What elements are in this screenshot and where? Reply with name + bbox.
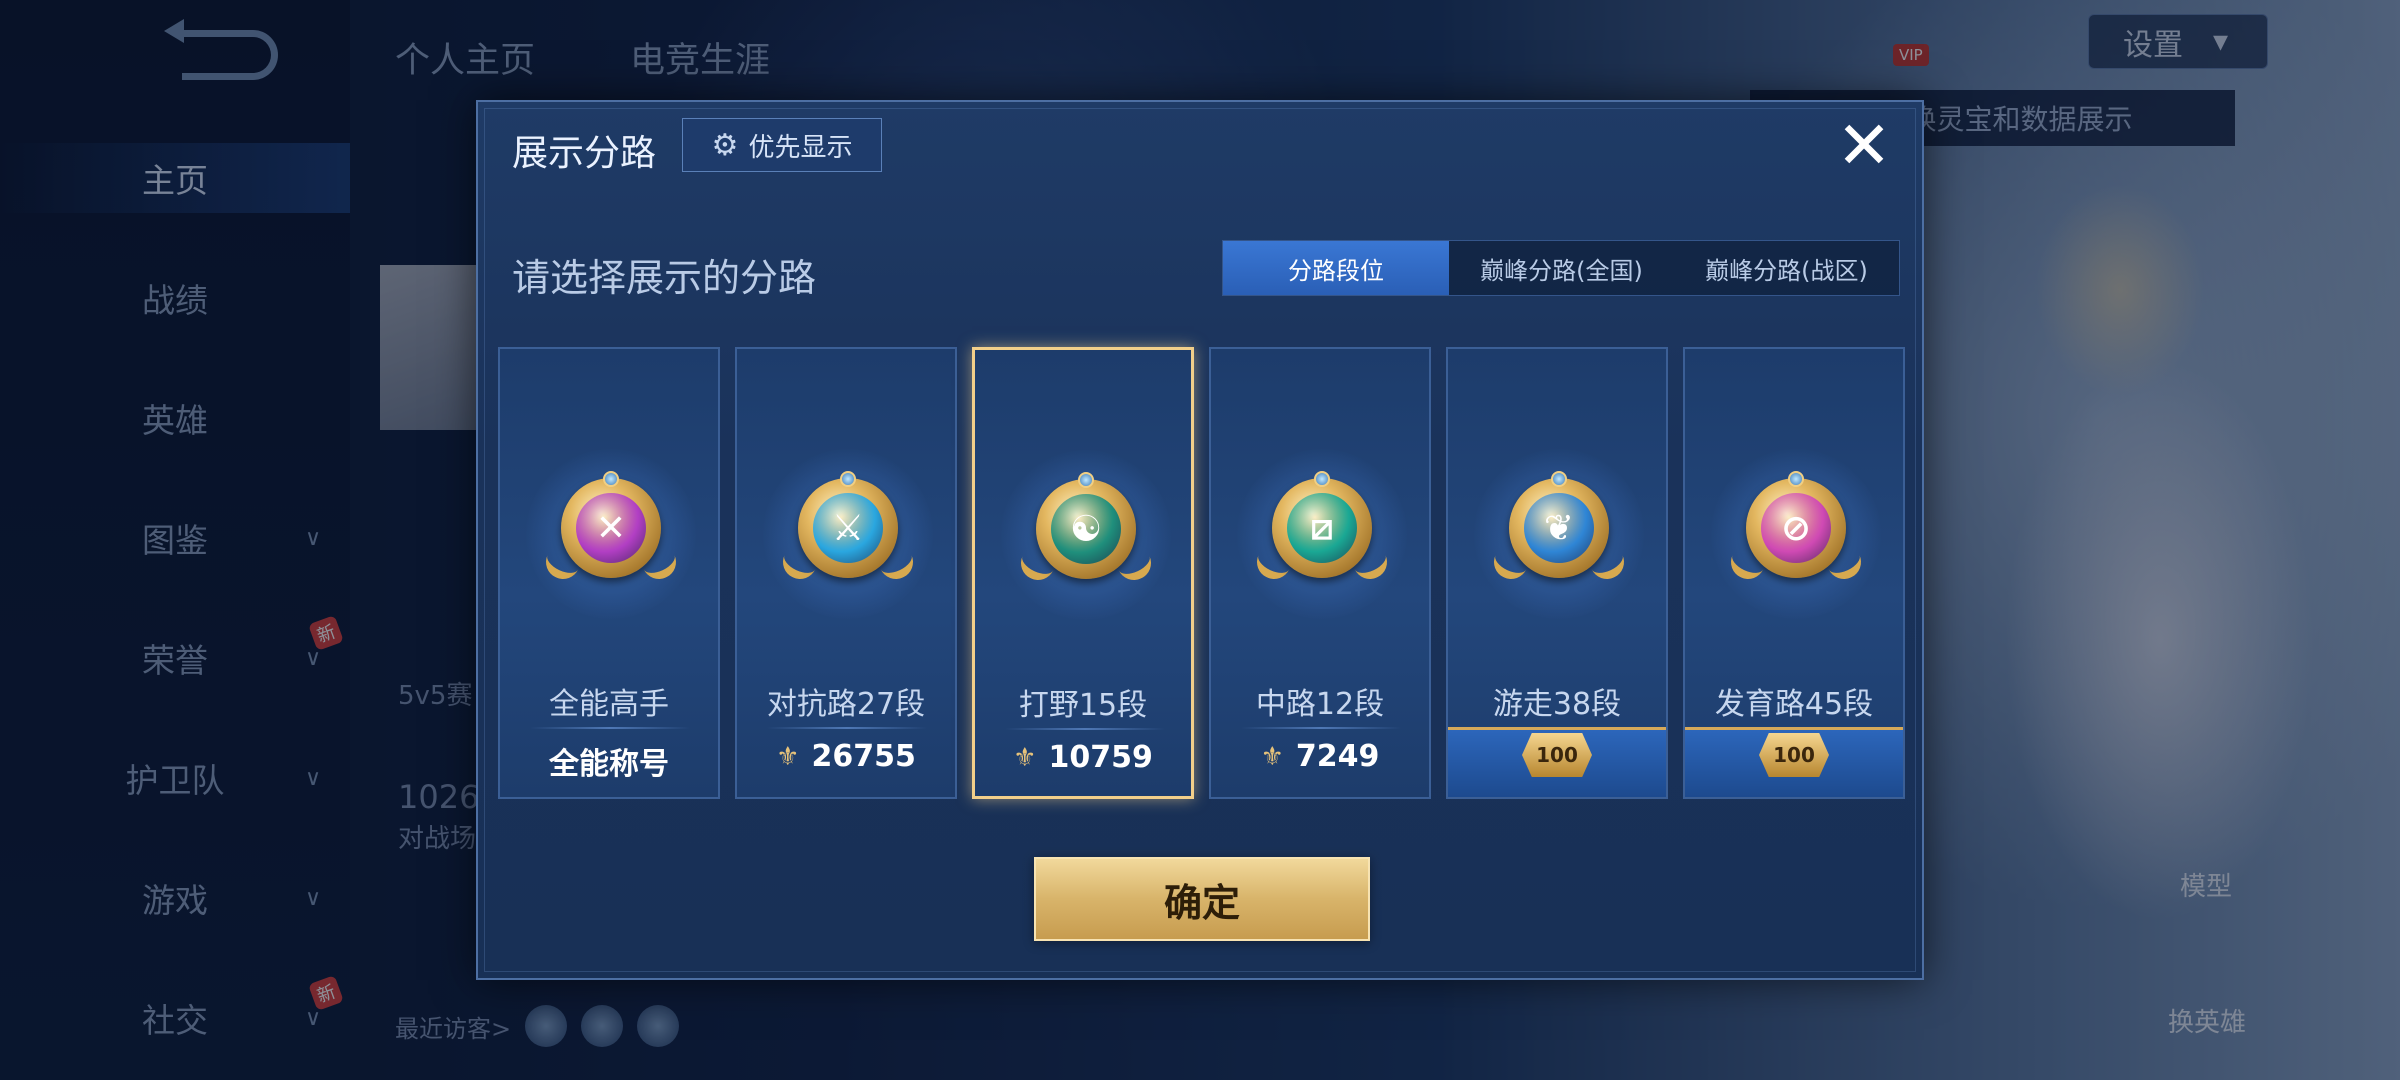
- lane-card-stat: ⚜ 26755: [737, 739, 955, 774]
- lane-card-stat-value: 26755: [811, 739, 916, 774]
- crossed-slashes-icon: ✕: [576, 493, 646, 563]
- lane-cards: ✕ 全能高手全能称号 ⚔ 对抗路27段 ⚜ 26755 ☯ 打野15段 ⚜ 10759 ⧄ 中路12段…: [498, 347, 1906, 799]
- lane-card-name: 对抗路27段: [766, 687, 926, 722]
- lane-card[interactable]: ⚔ 对抗路27段 ⚜ 26755: [735, 347, 957, 799]
- no-sign-icon: ⊘: [1761, 493, 1831, 563]
- display-lane-dialog: 展示分路 ⚙ 优先显示 ✕ 请选择展示的分路 分路段位 巅峰分路(全国) 巅峰分…: [476, 100, 1924, 980]
- power-icon: ⚜: [1013, 742, 1037, 773]
- gear-icon: ⚙: [711, 127, 739, 163]
- sword-shield-icon: ⚔: [813, 493, 883, 563]
- power-icon: ⚜: [1260, 741, 1284, 772]
- emblem-gem: [1314, 471, 1330, 487]
- lane-card-name: 全能高手: [549, 687, 669, 722]
- lane-card[interactable]: ⊘ 发育路45段 100: [1683, 347, 1905, 799]
- card-divider: [530, 727, 690, 729]
- close-button[interactable]: ✕: [1830, 112, 1898, 180]
- priority-display-label: 优先显示: [748, 132, 853, 163]
- lane-card-name: 打野15段: [1018, 688, 1148, 723]
- lane-card-stat: ⚜ 7249: [1211, 739, 1429, 774]
- peak-score-badge: 100: [1759, 733, 1829, 777]
- lane-card-name: 中路12段: [1255, 687, 1385, 722]
- lane-card[interactable]: ❦ 游走38段 100: [1446, 347, 1668, 799]
- lane-emblem: ⧄: [1251, 471, 1393, 595]
- card-divider: [767, 727, 927, 729]
- dragon-icon: ☯: [1051, 494, 1121, 564]
- power-icon: ⚜: [776, 741, 800, 772]
- lane-emblem: ⚔: [777, 471, 919, 595]
- lane-emblem: ⊘: [1725, 471, 1867, 595]
- lane-card[interactable]: ⧄ 中路12段 ⚜ 7249: [1209, 347, 1431, 799]
- emblem-gem: [840, 471, 856, 487]
- lane-card[interactable]: ✕ 全能高手全能称号: [498, 347, 720, 799]
- card-divider: [1005, 728, 1165, 730]
- lane-card-stat-value: 10759: [1048, 740, 1153, 775]
- lane-card-stat: ⚜ 10759: [975, 740, 1191, 775]
- lane-card-stat-value: 7249: [1295, 739, 1380, 774]
- lane-card-name: 游走38段: [1492, 687, 1622, 722]
- lane-card[interactable]: ☯ 打野15段 ⚜ 10759: [972, 347, 1194, 799]
- lane-type-tabs: 分路段位 巅峰分路(全国) 巅峰分路(战区): [1222, 240, 1900, 296]
- lane-card-stat: 全能称号: [500, 739, 718, 783]
- lane-emblem: ❦: [1488, 471, 1630, 595]
- close-icon: ✕: [1836, 107, 1892, 184]
- emblem-gem: [603, 471, 619, 487]
- dialog-subtitle: 请选择展示的分路: [512, 256, 817, 300]
- lane-card-name: 发育路45段: [1714, 687, 1874, 722]
- tab-lane-rank[interactable]: 分路段位: [1223, 241, 1449, 295]
- tab-peak-lane-national[interactable]: 巅峰分路(全国): [1449, 241, 1674, 295]
- wings-icon: ❦: [1524, 493, 1594, 563]
- lane-card-stat-value: 全能称号: [549, 747, 669, 782]
- lane-emblem: ☯: [1015, 472, 1157, 596]
- priority-display-button[interactable]: ⚙ 优先显示: [682, 118, 882, 172]
- confirm-label: 确定: [1163, 880, 1240, 925]
- peak-score-badge: 100: [1522, 733, 1592, 777]
- card-divider: [1241, 727, 1401, 729]
- emblem-gem: [1078, 472, 1094, 488]
- emblem-gem: [1551, 471, 1567, 487]
- confirm-button[interactable]: 确定: [1034, 857, 1370, 941]
- lane-emblem: ✕: [540, 471, 682, 595]
- tab-peak-lane-region[interactable]: 巅峰分路(战区): [1674, 241, 1899, 295]
- dialog-title: 展示分路: [512, 133, 657, 174]
- emblem-gem: [1788, 471, 1804, 487]
- diagonal-slash-icon: ⧄: [1287, 493, 1357, 563]
